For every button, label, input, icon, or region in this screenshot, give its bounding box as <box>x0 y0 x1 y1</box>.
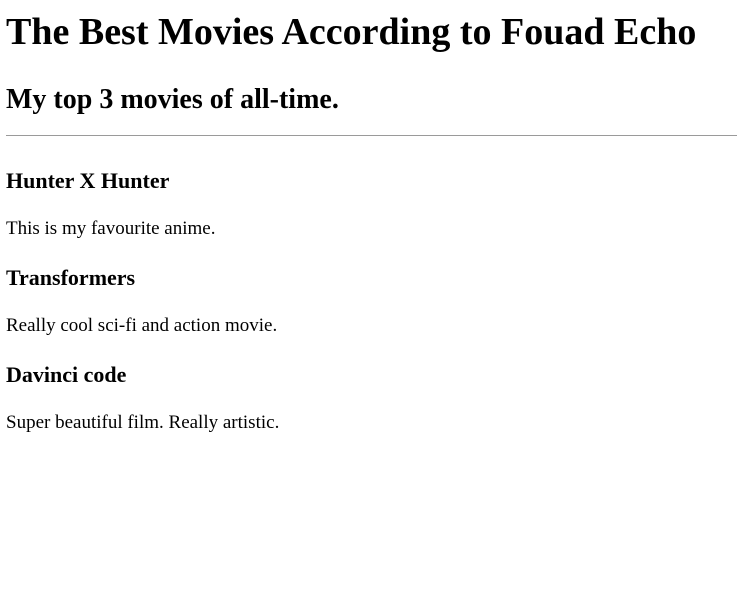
movie-description: Really cool sci-fi and action movie. <box>6 315 278 336</box>
movie-description: Super beautiful film. Really artistic. <box>6 412 280 433</box>
movie-description: This is my favourite anime. <box>6 218 216 239</box>
movie-title: Davinci code <box>6 362 127 387</box>
page-title: The Best Movies According to Fouad Echo <box>6 11 697 53</box>
movie-title: Transformers <box>6 265 136 290</box>
divider <box>6 135 737 136</box>
page-subtitle: My top 3 movies of all-time. <box>6 84 339 115</box>
movie-title: Hunter X Hunter <box>6 168 170 193</box>
